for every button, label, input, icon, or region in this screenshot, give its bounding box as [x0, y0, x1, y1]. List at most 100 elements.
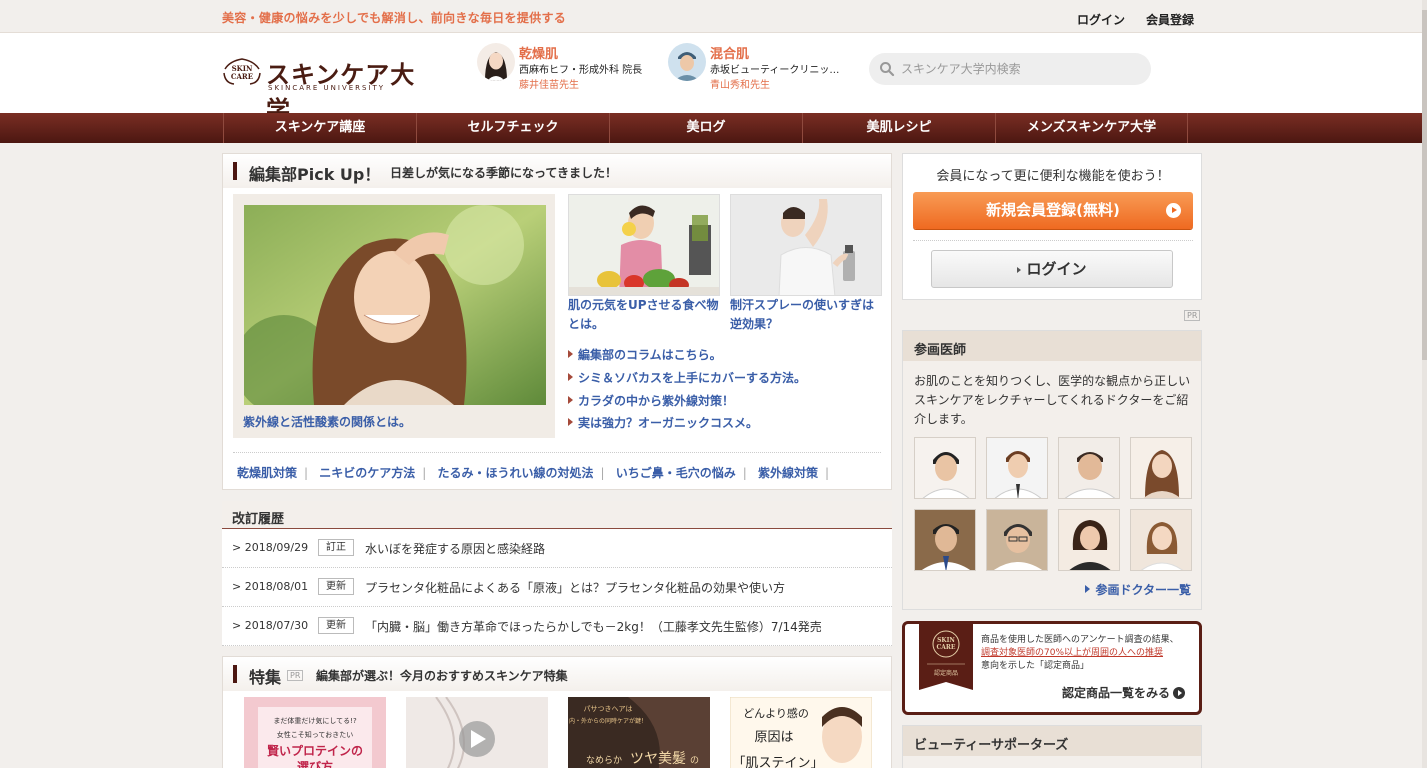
feature-thumb-skin-stain[interactable]: どんより感の 原因は 「肌ステイン」	[730, 697, 872, 768]
login-button[interactable]: ログイン	[931, 250, 1173, 288]
doctor-photo[interactable]	[1130, 437, 1192, 499]
register-button[interactable]: 新規会員登録(無料)	[913, 192, 1193, 229]
revision-row[interactable]: > 2018/09/29 訂正 水いぼを発症する原因と感染経路	[222, 529, 892, 568]
arrow-right-icon	[568, 396, 573, 404]
topic-tag[interactable]: 乾燥肌対策	[237, 466, 297, 480]
doctors-list-link[interactable]: 参画ドクター一覧	[1085, 581, 1191, 598]
arrow-right-icon	[568, 373, 573, 381]
nav-self-check[interactable]: セルフチェック	[416, 113, 609, 143]
feature-thumb-video[interactable]	[406, 697, 548, 768]
scrollbar-thumb[interactable]	[1422, 10, 1427, 360]
pr-badge: PR	[287, 670, 304, 681]
featured-doctor-card[interactable]: 混合肌 赤坂ビューティークリニッ… 青山秀和先生	[668, 43, 848, 93]
revision-badge: 更新	[318, 578, 354, 595]
pickup-main-caption: 紫外線と活性酸素の関係とは。	[243, 415, 412, 429]
divider	[913, 240, 1193, 241]
pickup-header: 編集部Pick Up！ 日差しが気になる季節になってきました！	[223, 154, 891, 188]
pickup-thumb-food-caption[interactable]: 肌の元気をUPさせる食べ物とは。	[568, 296, 720, 334]
site-header: SKIN CARE スキンケア大学 SKINCARE UNIVERSITY 乾燥…	[0, 33, 1427, 124]
site-logo[interactable]: SKIN CARE スキンケア大学 SKINCARE UNIVERSITY	[222, 55, 432, 124]
play-arrow-icon	[1166, 203, 1181, 218]
feature-header: 特集 PR 編集部が選ぶ！今月のおすすめスキンケア特集	[223, 657, 891, 691]
feature-thumb-hair[interactable]: パサつきヘアは 内・外からの同時ケアが鍵！ なめらか ツヤ美髪 の	[568, 697, 710, 768]
doctor-clinic: 西麻布ヒフ・形成外科 院長	[519, 65, 643, 76]
header-accent-bar	[233, 665, 237, 683]
doctor-photo[interactable]	[1130, 509, 1192, 571]
doctor-name: 青山秀和先生	[710, 80, 770, 91]
page-scrollbar[interactable]	[1422, 0, 1427, 768]
pickup-link[interactable]: 実は強力？オーガニックコスメ。	[568, 414, 758, 431]
topic-tag[interactable]: たるみ・ほうれい線の対処法	[438, 466, 594, 480]
pickup-thumb-food[interactable]	[568, 194, 720, 296]
nav-mens-skincare[interactable]: メンズスキンケア大学	[995, 113, 1188, 143]
pickup-link[interactable]: カラダの中から紫外線対策！	[568, 392, 734, 409]
doctor-name: 藤井佳苗先生	[519, 80, 579, 91]
member-box: 会員になって更に便利な機能を使おう！ 新規会員登録(無料) ログイン	[902, 153, 1202, 300]
site-search	[869, 53, 1151, 85]
logo-emblem-icon: SKIN CARE	[223, 58, 261, 85]
pickup-title: 編集部Pick Up！	[249, 165, 381, 184]
svg-text:パサつきヘアは: パサつきヘアは	[584, 705, 633, 713]
top-login-link[interactable]: ログイン	[1077, 11, 1125, 28]
search-icon[interactable]	[879, 61, 895, 77]
featured-doctor-card[interactable]: 乾燥肌 西麻布ヒフ・形成外科 院長 藤井佳苗先生	[477, 43, 657, 93]
login-button-label: ログイン	[1026, 260, 1087, 278]
top-bar: 美容・健康の悩みを少しでも解消し、前向きな毎日を提供する ログイン 会員登録	[0, 0, 1427, 33]
pr-badge: PR	[1184, 310, 1201, 321]
logo-subtitle: SKINCARE UNIVERSITY	[268, 84, 386, 92]
svg-text:「肌ステイン」: 「肌ステイン」	[732, 756, 823, 768]
pickup-link[interactable]: シミ＆ソバカスを上手にカバーする方法。	[568, 369, 806, 386]
search-input[interactable]	[901, 59, 1141, 79]
svg-text:女性こそ知っておきたい: 女性こそ知っておきたい	[277, 730, 353, 739]
revision-row[interactable]: > 2018/07/30 更新 「内臓・脳」働き方革命でほったらかしでも－2kg…	[222, 607, 892, 646]
pickup-subtitle: 日差しが気になる季節になってきました！	[390, 166, 618, 180]
topic-tag[interactable]: ニキビのケア方法	[319, 466, 415, 480]
revision-text[interactable]: 「内臓・脳」働き方革命でほったらかしでも－2kg！（工藤孝文先生監修）7/14発…	[365, 618, 822, 635]
beauty-supporters: ビューティーサポーターズ	[902, 725, 1202, 768]
revision-header: 改訂履歴	[222, 501, 892, 529]
arrow-right-icon	[568, 418, 573, 426]
site-tagline: 美容・健康の悩みを少しでも解消し、前向きな毎日を提供する	[222, 11, 567, 25]
feature-thumb-protein[interactable]: まだ体重だけ気にしてる!? 女性こそ知っておきたい 賢いプロテインの 選び方	[244, 697, 386, 768]
revision-row[interactable]: > 2018/08/01 更新 プラセンタ化粧品によくある「原液」とは？プラセン…	[222, 568, 892, 607]
doctor-photo[interactable]	[914, 509, 976, 571]
divider	[233, 452, 881, 453]
pickup-panel: 編集部Pick Up！ 日差しが気になる季節になってきました！ 紫外線と活性酸素…	[222, 153, 892, 490]
doctor-photo[interactable]	[986, 437, 1048, 499]
main-nav: スキンケア講座 セルフチェック 美ログ 美肌レシピ メンズスキンケア大学	[0, 113, 1427, 143]
certified-list-link[interactable]: 認定商品一覧をみる	[1062, 684, 1185, 701]
header-accent-bar	[233, 162, 237, 180]
svg-text:の: の	[690, 756, 699, 766]
doctor-skin-type: 混合肌	[710, 47, 750, 62]
pickup-main-article[interactable]: 紫外線と活性酸素の関係とは。	[233, 194, 555, 438]
svg-text:まだ体重だけ気にしてる!?: まだ体重だけ気にしてる!?	[273, 716, 357, 725]
pickup-thumb-spray-caption[interactable]: 制汗スプレーの使いすぎは逆効果？	[730, 296, 882, 334]
revision-text[interactable]: 水いぼを発症する原因と感染経路	[365, 540, 545, 557]
revision-badge: 訂正	[318, 539, 354, 556]
top-register-link[interactable]: 会員登録	[1146, 11, 1194, 28]
revision-text[interactable]: プラセンタ化粧品によくある「原液」とは？プラセンタ化粧品の効果や使い方	[365, 579, 785, 596]
certified-description: 商品を使用した医師へのアンケート調査の結果、 調査対象医師の70%以上が周囲の人…	[981, 635, 1179, 671]
doctor-avatar	[477, 43, 515, 81]
arrow-right-icon	[568, 350, 573, 358]
revision-badge: 更新	[318, 617, 354, 634]
doctor-photo[interactable]	[1058, 437, 1120, 499]
pickup-link[interactable]: 編集部のコラムはこちら。	[568, 346, 722, 363]
feature-subtitle: 編集部が選ぶ！今月のおすすめスキンケア特集	[316, 669, 568, 683]
topic-tag[interactable]: いちご鼻・毛穴の悩み	[616, 466, 736, 480]
svg-text:原因は: 原因は	[754, 730, 793, 745]
svg-text:SKIN: SKIN	[937, 637, 955, 644]
supporters-header: ビューティーサポーターズ	[903, 726, 1201, 756]
doctor-photo[interactable]	[1058, 509, 1120, 571]
doctor-skin-type: 乾燥肌	[519, 47, 559, 62]
doctor-photo[interactable]	[914, 437, 976, 499]
nav-skincare-course[interactable]: スキンケア講座	[223, 113, 416, 143]
topic-tag[interactable]: 紫外線対策	[758, 466, 818, 480]
certified-products-banner[interactable]: SKIN CARE 認定商品 商品を使用した医師へのアンケート調査の結果、 調査…	[902, 621, 1202, 715]
nav-recipes[interactable]: 美肌レシピ	[802, 113, 995, 143]
pickup-thumb-spray[interactable]	[730, 194, 882, 296]
nav-bilog[interactable]: 美ログ	[609, 113, 802, 143]
doctor-photo[interactable]	[986, 509, 1048, 571]
arrow-right-icon	[1085, 585, 1091, 593]
revision-title: 改訂履歴	[232, 512, 285, 527]
